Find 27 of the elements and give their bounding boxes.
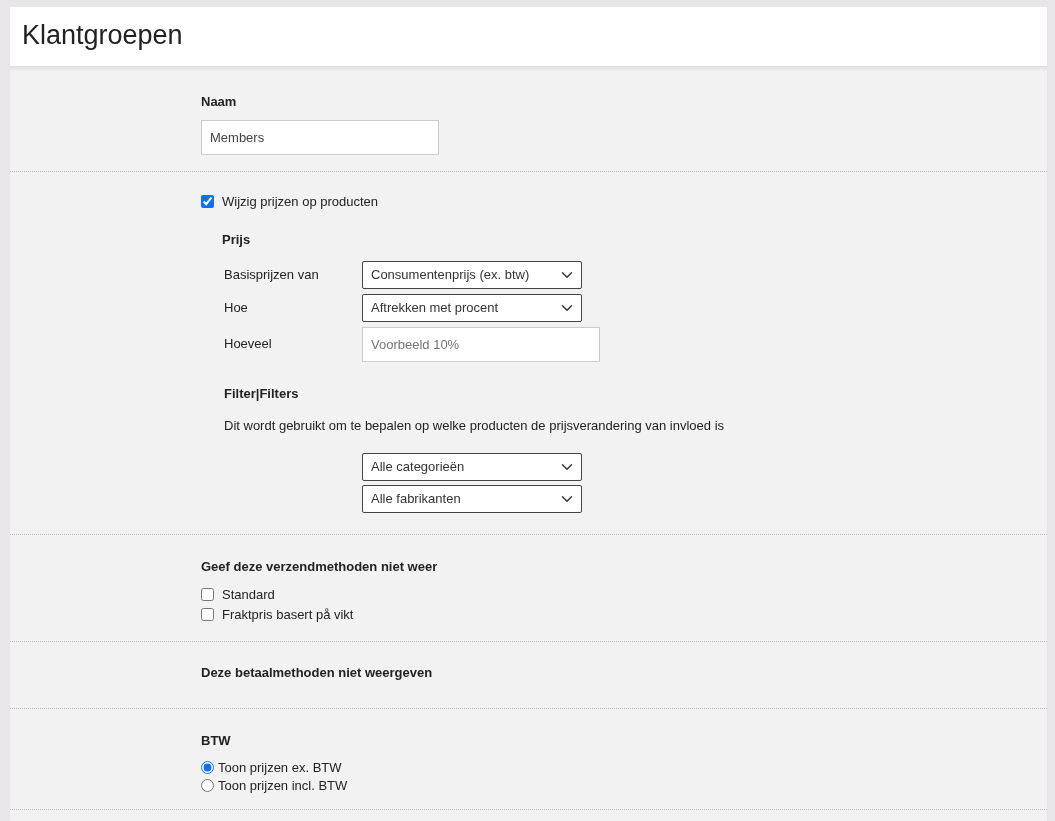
section-heading: Prijs: [222, 230, 252, 249]
description-text: Dit wordt gebruikt om te bepalen op welke producten de prijsverandering van invloed is: [223, 416, 726, 435]
checkbox[interactable]: [201, 608, 214, 621]
radio-label: Toon prijzen incl. BTW: [218, 776, 348, 795]
checkbox[interactable]: [201, 588, 214, 601]
radio-button[interactable]: [201, 761, 214, 774]
section-heading: Geef deze verzendmethoden niet weer: [201, 558, 439, 576]
section-heading: Deze betaalmethoden niet weergeven: [201, 664, 434, 682]
page-title: Klantgroepen: [22, 19, 184, 52]
radio-label: Toon prijzen ex. BTW: [218, 758, 342, 777]
section-heading: Filter|Filters: [223, 385, 300, 403]
dropdown[interactable]: Consumentenprijs (ex. btw): [362, 260, 582, 289]
dropdown[interactable]: Alle categorieën: [362, 453, 582, 481]
dropdown[interactable]: Alle fabrikanten: [362, 485, 582, 513]
checkbox[interactable]: [201, 195, 214, 209]
field-label: Hoe: [224, 298, 249, 317]
field-label: Basisprijzen van: [224, 265, 320, 284]
input-field[interactable]: Voorbeeld 10%: [362, 326, 600, 362]
field-label: Hoeveel: [224, 335, 273, 354]
radio-button[interactable]: [201, 779, 214, 792]
checkbox-label: Fraktpris basert på vikt: [222, 605, 354, 624]
checkbox-label: Standard: [222, 585, 275, 604]
name-input-field[interactable]: Members: [201, 119, 439, 155]
field-label: Naam: [201, 93, 238, 111]
dropdown[interactable]: Aftrekken met procent: [362, 293, 582, 322]
section-heading: BTW: [201, 732, 232, 750]
checkbox-label: Wijzig prijzen op producten: [222, 193, 379, 211]
